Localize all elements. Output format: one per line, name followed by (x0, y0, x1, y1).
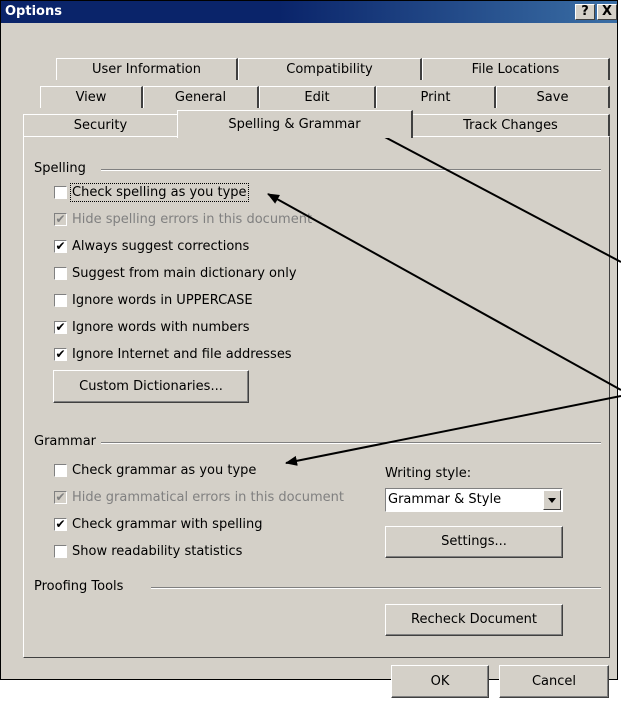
checkbox[interactable]: ✔ (54, 348, 67, 361)
tab-print[interactable]: Print (376, 86, 496, 108)
always-suggest-corrections-label[interactable]: Always suggest corrections (72, 239, 249, 254)
close-button[interactable]: X (597, 4, 617, 20)
chevron-down-icon (548, 498, 556, 503)
tab-edit[interactable]: Edit (259, 86, 376, 108)
checkbox: ✔ (54, 212, 67, 226)
custom-dictionaries-button[interactable]: Custom Dictionaries... (53, 370, 249, 403)
proofing-divider (151, 587, 601, 589)
spelling-group-label: Spelling (34, 161, 86, 176)
suggest-main-dictionary-label[interactable]: Suggest from main dictionary only (72, 266, 297, 281)
check-grammar-with-spelling-label[interactable]: Check grammar with spelling (72, 517, 263, 532)
ignore-internet-addresses-label[interactable]: Ignore Internet and file addresses (72, 347, 292, 362)
settings-button[interactable]: Settings... (385, 526, 563, 558)
tab-track-changes[interactable]: Track Changes (412, 114, 610, 136)
recheck-document-button[interactable]: Recheck Document (385, 604, 563, 636)
tab-compatibility[interactable]: Compatibility (238, 58, 422, 80)
dialog-title: Options (5, 4, 62, 19)
checkbox: ✔ (54, 490, 67, 504)
writing-style-value: Grammar & Style (388, 492, 502, 507)
check-grammar-as-you-type-label[interactable]: Check grammar as you type (72, 463, 256, 478)
tab-save[interactable]: Save (496, 86, 610, 108)
grammar-divider (101, 442, 601, 444)
checkbox[interactable] (54, 464, 67, 477)
spelling-divider (101, 169, 601, 171)
ignore-numbers-label[interactable]: Ignore words with numbers (72, 320, 250, 335)
tab-view[interactable]: View (40, 86, 143, 108)
checkbox[interactable] (54, 267, 67, 280)
proofing-tools-label: Proofing Tools (34, 579, 124, 594)
checkbox[interactable] (54, 545, 67, 558)
checkbox[interactable]: ✔ (54, 518, 67, 531)
dropdown-button[interactable] (543, 490, 561, 510)
show-readability-label[interactable]: Show readability statistics (72, 544, 242, 559)
grammar-group-label: Grammar (34, 434, 97, 449)
checkbox[interactable]: ✔ (54, 321, 67, 334)
tab-file-locations[interactable]: File Locations (422, 58, 610, 80)
tab-spelling-grammar[interactable]: Spelling & Grammar (177, 110, 413, 138)
hide-spelling-errors-label: Hide spelling errors in this document (72, 212, 313, 227)
title-bar[interactable]: Options ? X (1, 1, 617, 23)
checkbox[interactable] (54, 186, 67, 199)
checkbox[interactable] (54, 294, 67, 307)
checkbox[interactable]: ✔ (54, 240, 67, 253)
ok-button[interactable]: OK (391, 665, 489, 698)
tab-security[interactable]: Security (23, 114, 179, 136)
help-button[interactable]: ? (575, 4, 595, 20)
cancel-button[interactable]: Cancel (499, 665, 609, 698)
tab-general[interactable]: General (143, 86, 259, 108)
hide-grammar-errors-label: Hide grammatical errors in this document (72, 490, 344, 505)
writing-style-label: Writing style: (385, 466, 472, 481)
tab-user-information[interactable]: User Information (56, 58, 238, 80)
check-spelling-as-you-type-label[interactable]: Check spelling as you type (70, 183, 249, 202)
writing-style-select[interactable]: Grammar & Style (385, 488, 563, 512)
ignore-uppercase-label[interactable]: Ignore words in UPPERCASE (72, 293, 253, 308)
options-dialog: Options ? X User Information Compatibili… (0, 0, 618, 698)
